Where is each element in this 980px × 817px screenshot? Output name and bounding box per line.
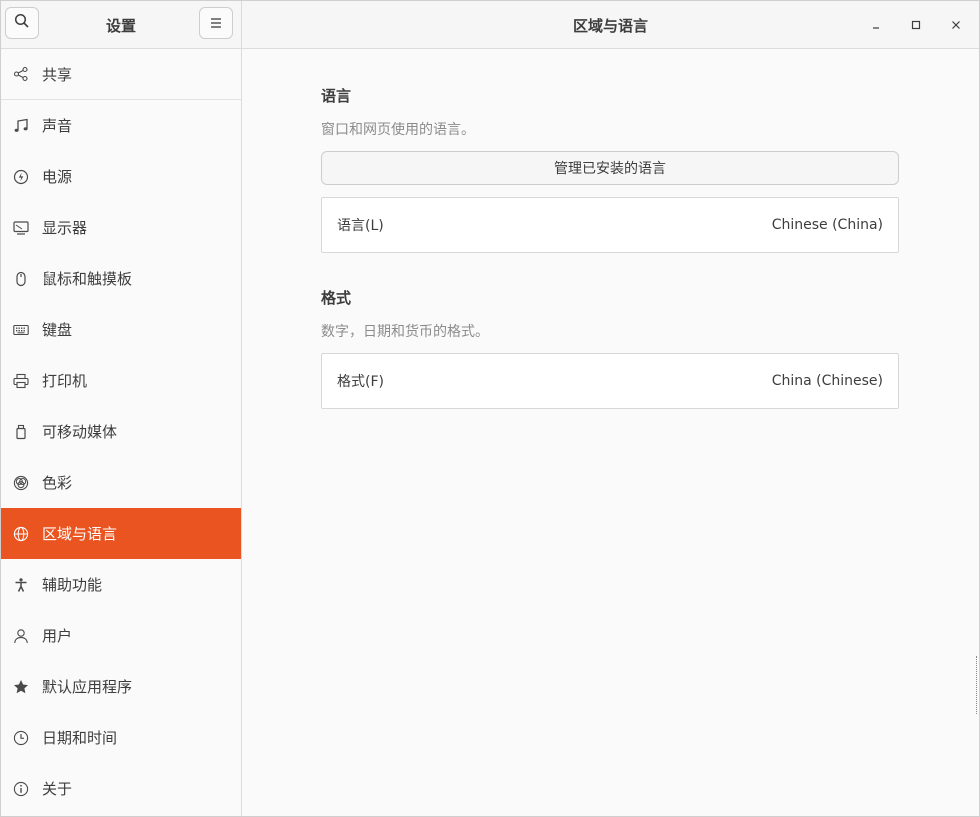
share-icon: [13, 66, 29, 82]
language-section-title: 语言: [321, 87, 352, 105]
sidebar-item-displays[interactable]: 显示器: [1, 202, 241, 253]
language-row[interactable]: 语言(L) Chinese (China): [321, 197, 899, 253]
display-icon: [13, 220, 29, 236]
maximize-icon: [910, 16, 922, 35]
sidebar-item-power[interactable]: 电源: [1, 151, 241, 202]
sidebar-item-sound[interactable]: 声音: [1, 100, 241, 151]
sidebar-item-label: 鼠标和触摸板: [42, 270, 133, 288]
sidebar-item-label: 辅助功能: [42, 576, 103, 594]
sidebar-item-sharing[interactable]: 共享: [1, 49, 241, 100]
formats-section-title: 格式: [321, 289, 352, 307]
formats-section: 格式 数字，日期和货币的格式。: [321, 287, 899, 341]
sidebar-header: 设置: [1, 1, 241, 49]
sidebar-item-accessibility[interactable]: 辅助功能: [1, 559, 241, 610]
user-icon: [13, 628, 29, 644]
sidebar-item-label: 打印机: [42, 372, 88, 390]
sidebar-item-label: 电源: [42, 168, 73, 186]
formats-row-value: China (Chinese): [771, 373, 883, 389]
sidebar-item-label: 可移动媒体: [42, 423, 118, 441]
settings-window: 设置 共享 声音 电源 显示器 鼠标和触摸板 键盘 打印机 可移动媒体 色彩 区…: [0, 0, 980, 817]
sidebar-item-keyboard[interactable]: 键盘: [1, 304, 241, 355]
sidebar-item-color[interactable]: 色彩: [1, 457, 241, 508]
main-header: 区域与语言: [242, 1, 979, 49]
formats-section-description: 数字，日期和货币的格式。: [321, 324, 489, 340]
accessibility-icon: [13, 577, 29, 593]
color-icon: [13, 475, 29, 491]
sidebar-item-label: 用户: [42, 627, 73, 645]
formats-row-label: 格式(F): [337, 374, 384, 390]
sidebar-item-mouse-touchpad[interactable]: 鼠标和触摸板: [1, 253, 241, 304]
scrollbar[interactable]: [976, 656, 979, 714]
clock-icon: [13, 730, 29, 746]
menu-button[interactable]: [199, 7, 233, 39]
keyboard-icon: [13, 322, 29, 338]
close-icon: [950, 16, 962, 35]
sidebar-item-printers[interactable]: 打印机: [1, 355, 241, 406]
sidebar-item-label: 声音: [42, 117, 73, 135]
star-icon: [13, 679, 29, 695]
sidebar-item-label: 日期和时间: [42, 729, 118, 747]
sidebar-item-label: 区域与语言: [42, 525, 118, 543]
sidebar-item-about[interactable]: 关于: [1, 763, 241, 814]
sidebar-item-label: 默认应用程序: [42, 678, 133, 696]
minimize-button[interactable]: [864, 13, 888, 37]
music-note-icon: [13, 118, 29, 134]
manage-installed-languages-button[interactable]: 管理已安装的语言: [321, 151, 899, 185]
minimize-icon: [870, 16, 882, 35]
main-panel: 区域与语言 语言 窗口和网页使用的语言。 管理已安装的语言 语言(L) Chin…: [242, 1, 979, 816]
globe-icon: [13, 526, 29, 542]
sidebar-item-label: 关于: [42, 780, 73, 798]
removable-media-icon: [13, 424, 29, 440]
language-section: 语言 窗口和网页使用的语言。: [321, 85, 899, 139]
hamburger-menu-icon: [209, 14, 223, 33]
language-row-label: 语言(L): [337, 218, 384, 234]
sidebar-item-label: 色彩: [42, 474, 73, 492]
sidebar-item-label: 键盘: [42, 321, 73, 339]
sidebar-item-users[interactable]: 用户: [1, 610, 241, 661]
sidebar-item-label: 共享: [42, 65, 73, 84]
maximize-button[interactable]: [904, 13, 928, 37]
language-row-value: Chinese (China): [771, 217, 883, 233]
sidebar-item-removable-media[interactable]: 可移动媒体: [1, 406, 241, 457]
printer-icon: [13, 373, 29, 389]
info-icon: [13, 781, 29, 797]
power-icon: [13, 169, 29, 185]
sidebar-item-default-apps[interactable]: 默认应用程序: [1, 661, 241, 712]
close-button[interactable]: [944, 13, 968, 37]
sidebar: 设置 共享 声音 电源 显示器 鼠标和触摸板 键盘 打印机 可移动媒体 色彩 区…: [1, 1, 242, 816]
sidebar-item-label: 显示器: [42, 219, 88, 237]
language-section-description: 窗口和网页使用的语言。: [321, 122, 475, 138]
sidebar-item-date-time[interactable]: 日期和时间: [1, 712, 241, 763]
sidebar-item-region-language[interactable]: 区域与语言: [1, 508, 241, 559]
formats-row[interactable]: 格式(F) China (Chinese): [321, 353, 899, 409]
mouse-icon: [13, 271, 29, 287]
